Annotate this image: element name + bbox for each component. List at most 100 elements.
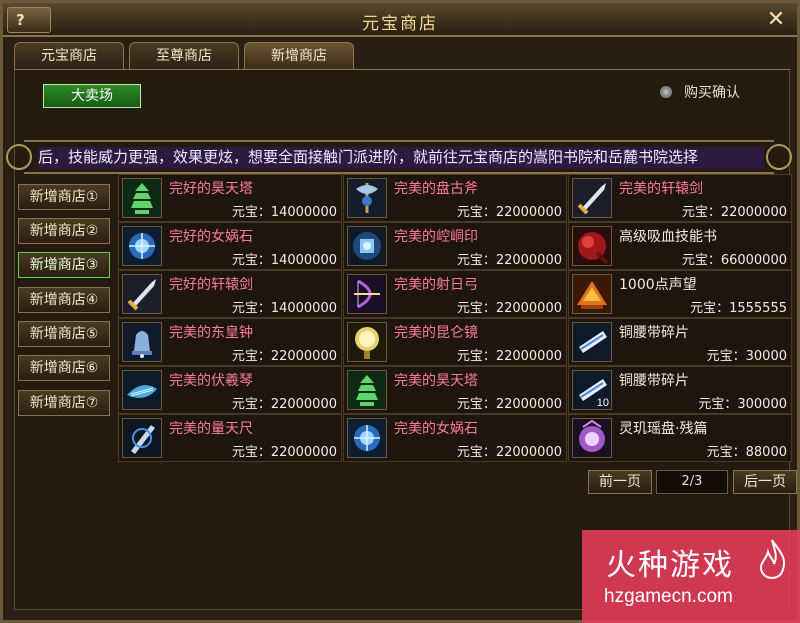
item-name: 完好的轩辕剑 [169,277,253,293]
watermark-url: hzgamecn.com [604,586,733,607]
shop-item-slot[interactable]: 完美的昆仑镜元宝：22000000 [343,318,567,366]
item-name: 高级吸血技能书 [619,229,717,245]
banner-frame-top [24,140,774,142]
page-indicator: 2/3 [656,470,728,494]
shop-item-slot[interactable]: 1000点声望元宝：1555555 [568,270,792,318]
zither-icon[interactable] [122,370,162,410]
ruler-icon[interactable] [122,418,162,458]
item-price: 元宝：22000000 [456,445,562,460]
item-price: 元宝：22000000 [456,205,562,220]
item-price: 元宝：22000000 [231,349,337,364]
tab-supreme-shop[interactable]: 至尊商店 [129,42,239,70]
shop-item-slot[interactable]: 高级吸血技能书元宝：66000000 [568,222,792,270]
item-price: 元宝：22000000 [456,253,562,268]
item-price: 元宝：22000000 [456,301,562,316]
item-price: 元宝：14000000 [231,301,337,316]
sword-icon[interactable] [122,274,162,314]
item-name: 完美的东皇钟 [169,325,253,341]
shop-item-slot[interactable]: 10 铜腰带碎片 元宝：300000 [568,366,792,414]
item-price: 元宝：22000000 [231,445,337,460]
skill-book-icon[interactable] [572,226,612,266]
scroll-ornament-icon [766,144,792,170]
tab-new-shop[interactable]: 新增商店 [244,42,354,70]
item-price: 元宝：22000000 [456,397,562,412]
side-tab-new-shop-2[interactable]: 新增商店② [18,218,110,244]
side-tab-new-shop-7[interactable]: 新增商店⑦ [18,390,110,416]
mirror-icon[interactable] [347,322,387,362]
item-name: 完美的昆仑镜 [394,325,478,341]
radio-icon[interactable] [660,86,672,98]
item-name: 完好的昊天塔 [169,181,253,197]
shop-item-slot[interactable]: 完好的轩辕剑元宝：14000000 [118,270,342,318]
item-price: 元宝：14000000 [231,253,337,268]
item-price: 元宝：88000 [706,445,787,460]
item-price: 元宝：66000000 [681,253,787,268]
belt-fragment-icon[interactable] [572,322,612,362]
item-name: 1000点声望 [619,277,697,293]
item-price: 元宝：1555555 [690,301,787,316]
shop-item-slot[interactable]: 铜腰带碎片元宝：30000 [568,318,792,366]
close-button[interactable]: ✕ [763,9,789,33]
side-tab-new-shop-3[interactable]: 新增商店③ [18,252,110,278]
bow-icon[interactable] [347,274,387,314]
shop-item-slot[interactable]: 完美的射日弓 元宝：22000000 [343,270,567,318]
scroll-ornament-icon [6,144,32,170]
side-tab-new-shop-4[interactable]: 新增商店④ [18,287,110,313]
belt-fragment-icon[interactable]: 10 [572,370,612,410]
watermark: 火种游戏 hzgamecn.com [582,530,800,623]
sword-icon[interactable] [572,178,612,218]
item-name: 完美的崆峒印 [394,229,478,245]
shop-item-slot[interactable]: 完美的崆峒印元宝：22000000 [343,222,567,270]
item-price: 元宝：300000 [698,397,787,412]
item-name: 铜腰带碎片 [619,373,689,389]
seal-icon[interactable] [347,226,387,266]
purchase-confirm-toggle[interactable]: 购买确认 [660,82,740,102]
shop-item-slot[interactable]: 灵玑瑶盘·残篇元宝：88000 [568,414,792,462]
shop-item-slot[interactable]: 完美的东皇钟元宝：22000000 [118,318,342,366]
item-name: 完好的女娲石 [169,229,253,245]
item-quantity: 10 [596,397,609,409]
shop-item-slot[interactable]: 完美的女娲石元宝：22000000 [343,414,567,462]
item-name: 完美的量天尺 [169,421,253,437]
prev-page-button[interactable]: 前一页 [588,470,652,494]
pagoda-icon[interactable] [122,178,162,218]
shop-item-slot[interactable]: 完美的盘古斧 元宝：22000000 [343,174,567,222]
side-tab-new-shop-1[interactable]: 新增商店① [18,184,110,210]
flame-logo-icon [759,539,786,579]
side-tab-new-shop-6[interactable]: 新增商店⑥ [18,355,110,381]
next-page-button[interactable]: 后一页 [733,470,797,494]
item-name: 完美的昊天塔 [394,373,478,389]
shop-item-slot[interactable]: 完美的伏羲琴元宝：22000000 [118,366,342,414]
stone-icon[interactable] [122,226,162,266]
item-name: 完美的轩辕剑 [619,181,703,197]
pagoda-icon[interactable] [347,370,387,410]
shop-item-slot[interactable]: 完好的女娲石元宝：14000000 [118,222,342,270]
item-price: 元宝：22000000 [231,397,337,412]
shop-item-slot[interactable]: 完好的昊天塔元宝：14000000 [118,174,342,222]
announcement-banner: 后，技能威力更强，效果更炫，想要全面接触门派进阶，就前往元宝商店的嵩阳书院和岳麓… [4,140,794,174]
stone-icon[interactable] [347,418,387,458]
auction-button[interactable]: 大卖场 [43,84,141,108]
item-name: 完美的女娲石 [394,421,478,437]
watermark-title: 火种游戏 [606,548,734,583]
item-name: 铜腰带碎片 [619,325,689,341]
tab-yuanbao-shop[interactable]: 元宝商店 [14,42,124,70]
title-bar[interactable]: ? 元宝商店 ✕ [3,3,797,37]
item-price: 元宝：22000000 [681,205,787,220]
item-name: 完美的伏羲琴 [169,373,253,389]
item-price: 元宝：22000000 [456,349,562,364]
window-title: 元宝商店 [362,14,438,34]
bell-icon[interactable] [122,322,162,362]
jade-plate-icon[interactable] [572,418,612,458]
item-price: 元宝：14000000 [231,205,337,220]
side-tab-new-shop-5[interactable]: 新增商店⑤ [18,321,110,347]
shop-item-slot[interactable]: 完美的轩辕剑元宝：22000000 [568,174,792,222]
shop-item-slot[interactable]: 完美的昊天塔元宝：22000000 [343,366,567,414]
prestige-icon[interactable] [572,274,612,314]
purchase-confirm-label: 购买确认 [684,85,740,101]
axe-icon[interactable] [347,178,387,218]
item-name: 灵玑瑶盘·残篇 [619,421,708,437]
announcement-text: 后，技能威力更强，效果更炫，想要全面接触门派进阶，就前往元宝商店的嵩阳书院和岳麓… [38,147,764,169]
item-price: 元宝：30000 [706,349,787,364]
shop-item-slot[interactable]: 完美的量天尺元宝：22000000 [118,414,342,462]
